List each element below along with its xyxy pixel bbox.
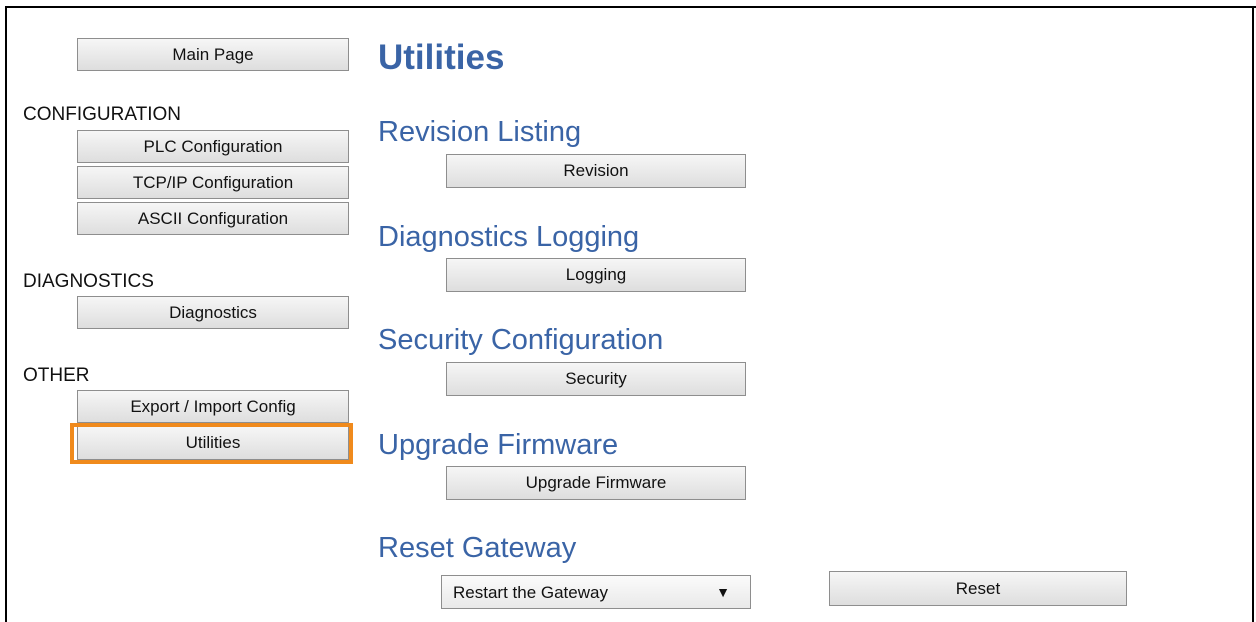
upgrade-firmware-button-label: Upgrade Firmware — [525, 473, 667, 492]
revision-button-label: Revision — [563, 161, 629, 180]
dropdown-arrow-icon: ▼ — [716, 584, 730, 600]
revision-listing-heading: Revision Listing — [378, 116, 582, 148]
export-import-config-button-label: Export / Import Config — [130, 397, 296, 416]
page: Main Page CONFIGURATION PLC Configuratio… — [0, 0, 1256, 622]
upgrade-firmware-button[interactable]: Upgrade Firmware — [446, 466, 746, 500]
security-button-label: Security — [565, 369, 627, 388]
diagnostics-button-label: Diagnostics — [169, 303, 257, 322]
main-page-button[interactable]: Main Page — [77, 38, 349, 71]
frame-border-top — [5, 6, 1256, 8]
logging-button[interactable]: Logging — [446, 258, 746, 292]
security-configuration-heading: Security Configuration — [378, 324, 664, 356]
tcpip-configuration-button[interactable]: TCP/IP Configuration — [77, 166, 349, 199]
export-import-config-button[interactable]: Export / Import Config — [77, 390, 349, 423]
reset-button-label: Reset — [955, 579, 1001, 598]
security-button[interactable]: Security — [446, 362, 746, 396]
revision-button[interactable]: Revision — [446, 154, 746, 188]
diagnostics-logging-heading: Diagnostics Logging — [378, 221, 640, 253]
frame-border-right — [1252, 6, 1254, 622]
main-page-button-label: Main Page — [172, 45, 254, 64]
section-label-diagnostics: DIAGNOSTICS — [23, 271, 154, 292]
reset-button[interactable]: Reset — [829, 571, 1127, 606]
section-label-other: OTHER — [23, 365, 90, 386]
upgrade-firmware-heading: Upgrade Firmware — [378, 429, 619, 461]
tcpip-configuration-button-label: TCP/IP Configuration — [132, 173, 294, 192]
ascii-configuration-button[interactable]: ASCII Configuration — [77, 202, 349, 235]
frame-border-left — [5, 6, 7, 622]
plc-configuration-button[interactable]: PLC Configuration — [77, 130, 349, 163]
plc-configuration-button-label: PLC Configuration — [143, 137, 283, 156]
selected-item-highlight — [70, 423, 353, 464]
reset-gateway-heading: Reset Gateway — [378, 532, 577, 564]
reset-mode-select-value: Restart the Gateway — [453, 583, 608, 602]
ascii-configuration-button-label: ASCII Configuration — [137, 209, 289, 228]
diagnostics-button[interactable]: Diagnostics — [77, 296, 349, 329]
page-title: Utilities — [378, 38, 505, 77]
reset-mode-select[interactable]: Restart the Gateway ▼ — [441, 575, 751, 609]
logging-button-label: Logging — [565, 265, 627, 284]
section-label-configuration: CONFIGURATION — [23, 104, 181, 125]
